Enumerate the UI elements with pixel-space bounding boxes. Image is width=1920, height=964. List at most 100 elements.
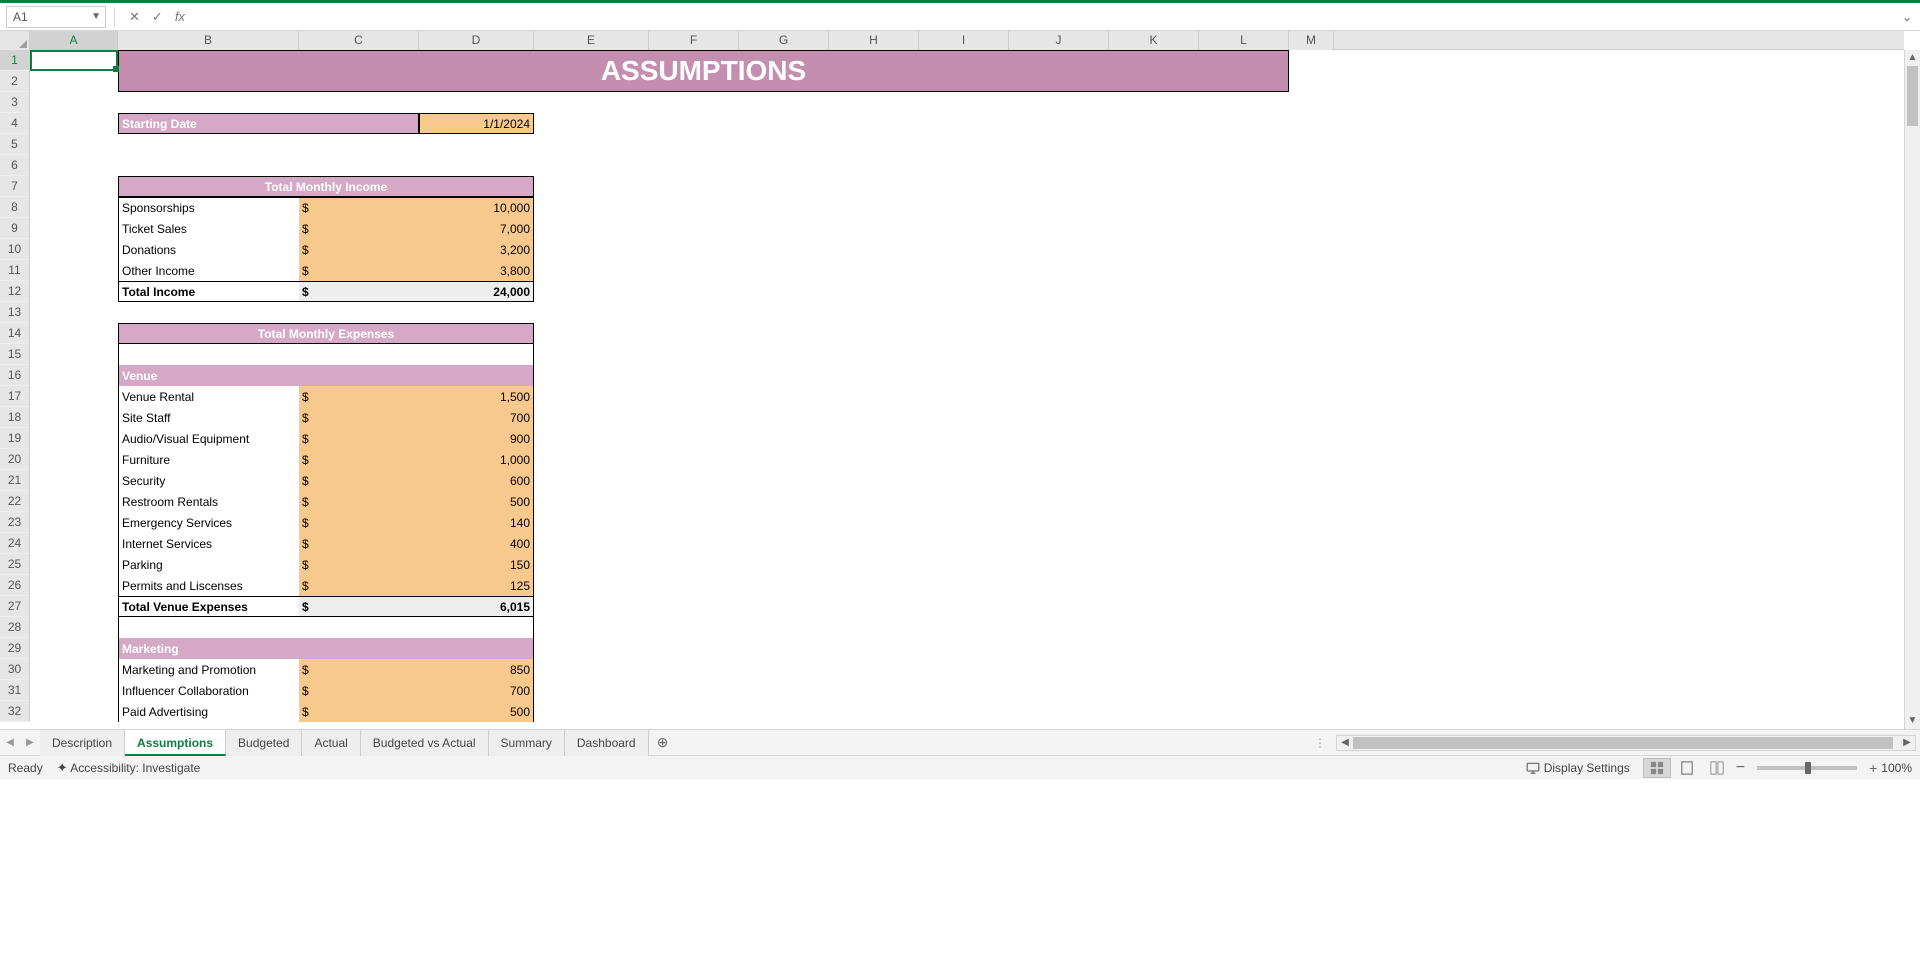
- expenses-blank2[interactable]: [118, 617, 534, 638]
- income-header[interactable]: Total Monthly Income: [118, 176, 534, 197]
- marketing-label[interactable]: Influencer Collaboration: [118, 680, 299, 701]
- sheet-tab-description[interactable]: Description: [40, 730, 125, 756]
- venue-sym[interactable]: $: [299, 407, 419, 428]
- venue-val[interactable]: 150: [419, 554, 534, 575]
- income-sym[interactable]: $: [299, 239, 419, 260]
- scroll-up-icon[interactable]: ▲: [1905, 50, 1920, 66]
- sheet-tab-assumptions[interactable]: Assumptions: [125, 730, 226, 756]
- marketing-label[interactable]: Paid Advertising: [118, 701, 299, 722]
- venue-label[interactable]: Permits and Liscenses: [118, 575, 299, 596]
- income-val[interactable]: 3,200: [419, 239, 534, 260]
- row-header-32[interactable]: 32: [0, 701, 30, 722]
- venue-sym[interactable]: $: [299, 533, 419, 554]
- column-header-F[interactable]: F: [649, 31, 739, 50]
- tab-split-handle[interactable]: ⋮: [1314, 736, 1326, 750]
- income-sym[interactable]: $: [299, 218, 419, 239]
- row-header-2[interactable]: 2: [0, 71, 30, 92]
- row-header-5[interactable]: 5: [0, 134, 30, 155]
- venue-sym[interactable]: $: [299, 428, 419, 449]
- row-header-22[interactable]: 22: [0, 491, 30, 512]
- venue-sym[interactable]: $: [299, 449, 419, 470]
- column-header-E[interactable]: E: [534, 31, 649, 50]
- zoom-level[interactable]: 100%: [1881, 761, 1912, 775]
- formula-input[interactable]: [191, 6, 1894, 28]
- income-sym[interactable]: $: [299, 260, 419, 281]
- venue-label[interactable]: Internet Services: [118, 533, 299, 554]
- display-settings-button[interactable]: Display Settings: [1526, 761, 1630, 775]
- venue-label[interactable]: Parking: [118, 554, 299, 575]
- column-header-B[interactable]: B: [118, 31, 299, 50]
- row-header-7[interactable]: 7: [0, 176, 30, 197]
- starting-date-value[interactable]: 1/1/2024: [419, 113, 534, 134]
- venue-label[interactable]: Restroom Rentals: [118, 491, 299, 512]
- income-label[interactable]: Sponsorships: [118, 197, 299, 218]
- row-header-13[interactable]: 13: [0, 302, 30, 323]
- select-all-triangle[interactable]: [0, 31, 30, 50]
- income-total-label[interactable]: Total Income: [118, 281, 299, 302]
- row-header-16[interactable]: 16: [0, 365, 30, 386]
- row-header-29[interactable]: 29: [0, 638, 30, 659]
- venue-sym[interactable]: $: [299, 386, 419, 407]
- income-sym[interactable]: $: [299, 197, 419, 218]
- marketing-header[interactable]: Marketing: [118, 638, 534, 659]
- row-header-1[interactable]: 1: [0, 50, 30, 71]
- add-sheet-button[interactable]: ⊕: [649, 734, 677, 751]
- column-header-M[interactable]: M: [1289, 31, 1334, 50]
- spreadsheet-grid[interactable]: ABCDEFGHIJKLM 12345678910111213141516171…: [0, 31, 1920, 729]
- venue-total-val[interactable]: 6,015: [419, 596, 534, 617]
- tab-scroll-left-icon[interactable]: ◀: [0, 737, 20, 748]
- venue-val[interactable]: 125: [419, 575, 534, 596]
- cells-layer[interactable]: ASSUMPTIONSStarting Date1/1/2024Total Mo…: [30, 50, 1904, 729]
- fx-icon[interactable]: fx: [175, 9, 185, 24]
- income-val[interactable]: 10,000: [419, 197, 534, 218]
- row-header-3[interactable]: 3: [0, 92, 30, 113]
- row-header-12[interactable]: 12: [0, 281, 30, 302]
- venue-total-label[interactable]: Total Venue Expenses: [118, 596, 299, 617]
- zoom-slider-thumb[interactable]: [1805, 762, 1811, 774]
- row-header-10[interactable]: 10: [0, 239, 30, 260]
- expenses-header[interactable]: Total Monthly Expenses: [118, 323, 534, 344]
- row-header-9[interactable]: 9: [0, 218, 30, 239]
- name-box-dropdown-icon[interactable]: ▼: [91, 11, 101, 22]
- banner-title[interactable]: ASSUMPTIONS: [118, 50, 1289, 92]
- page-break-view-button[interactable]: [1703, 758, 1731, 778]
- row-header-19[interactable]: 19: [0, 428, 30, 449]
- venue-label[interactable]: Emergency Services: [118, 512, 299, 533]
- accessibility-status[interactable]: ✦ Accessibility: Investigate: [57, 760, 201, 776]
- income-total-val[interactable]: 24,000: [419, 281, 534, 302]
- row-header-24[interactable]: 24: [0, 533, 30, 554]
- income-total-sym[interactable]: $: [299, 281, 419, 302]
- marketing-val[interactable]: 850: [419, 659, 534, 680]
- horizontal-scroll-track[interactable]: [1353, 736, 1899, 750]
- column-header-H[interactable]: H: [829, 31, 919, 50]
- normal-view-button[interactable]: [1643, 758, 1671, 778]
- scroll-right-icon[interactable]: ▶: [1899, 737, 1915, 748]
- column-header-J[interactable]: J: [1009, 31, 1109, 50]
- row-header-31[interactable]: 31: [0, 680, 30, 701]
- vertical-scroll-track[interactable]: [1905, 66, 1920, 713]
- marketing-label[interactable]: Marketing and Promotion: [118, 659, 299, 680]
- income-label[interactable]: Ticket Sales: [118, 218, 299, 239]
- venue-val[interactable]: 900: [419, 428, 534, 449]
- venue-sym[interactable]: $: [299, 470, 419, 491]
- venue-label[interactable]: Site Staff: [118, 407, 299, 428]
- horizontal-scrollbar[interactable]: ◀ ▶: [1336, 735, 1916, 751]
- venue-val[interactable]: 1,500: [419, 386, 534, 407]
- venue-val[interactable]: 500: [419, 491, 534, 512]
- income-val[interactable]: 3,800: [419, 260, 534, 281]
- venue-val[interactable]: 600: [419, 470, 534, 491]
- row-header-15[interactable]: 15: [0, 344, 30, 365]
- scroll-down-icon[interactable]: ▼: [1905, 713, 1920, 729]
- marketing-val[interactable]: 500: [419, 701, 534, 722]
- marketing-val[interactable]: 700: [419, 680, 534, 701]
- income-label[interactable]: Other Income: [118, 260, 299, 281]
- sheet-tab-actual[interactable]: Actual: [302, 730, 360, 756]
- venue-label[interactable]: Security: [118, 470, 299, 491]
- venue-val[interactable]: 400: [419, 533, 534, 554]
- column-header-C[interactable]: C: [299, 31, 419, 50]
- venue-label[interactable]: Furniture: [118, 449, 299, 470]
- marketing-sym[interactable]: $: [299, 701, 419, 722]
- scroll-left-icon[interactable]: ◀: [1337, 737, 1353, 748]
- venue-label[interactable]: Audio/Visual Equipment: [118, 428, 299, 449]
- venue-sym[interactable]: $: [299, 491, 419, 512]
